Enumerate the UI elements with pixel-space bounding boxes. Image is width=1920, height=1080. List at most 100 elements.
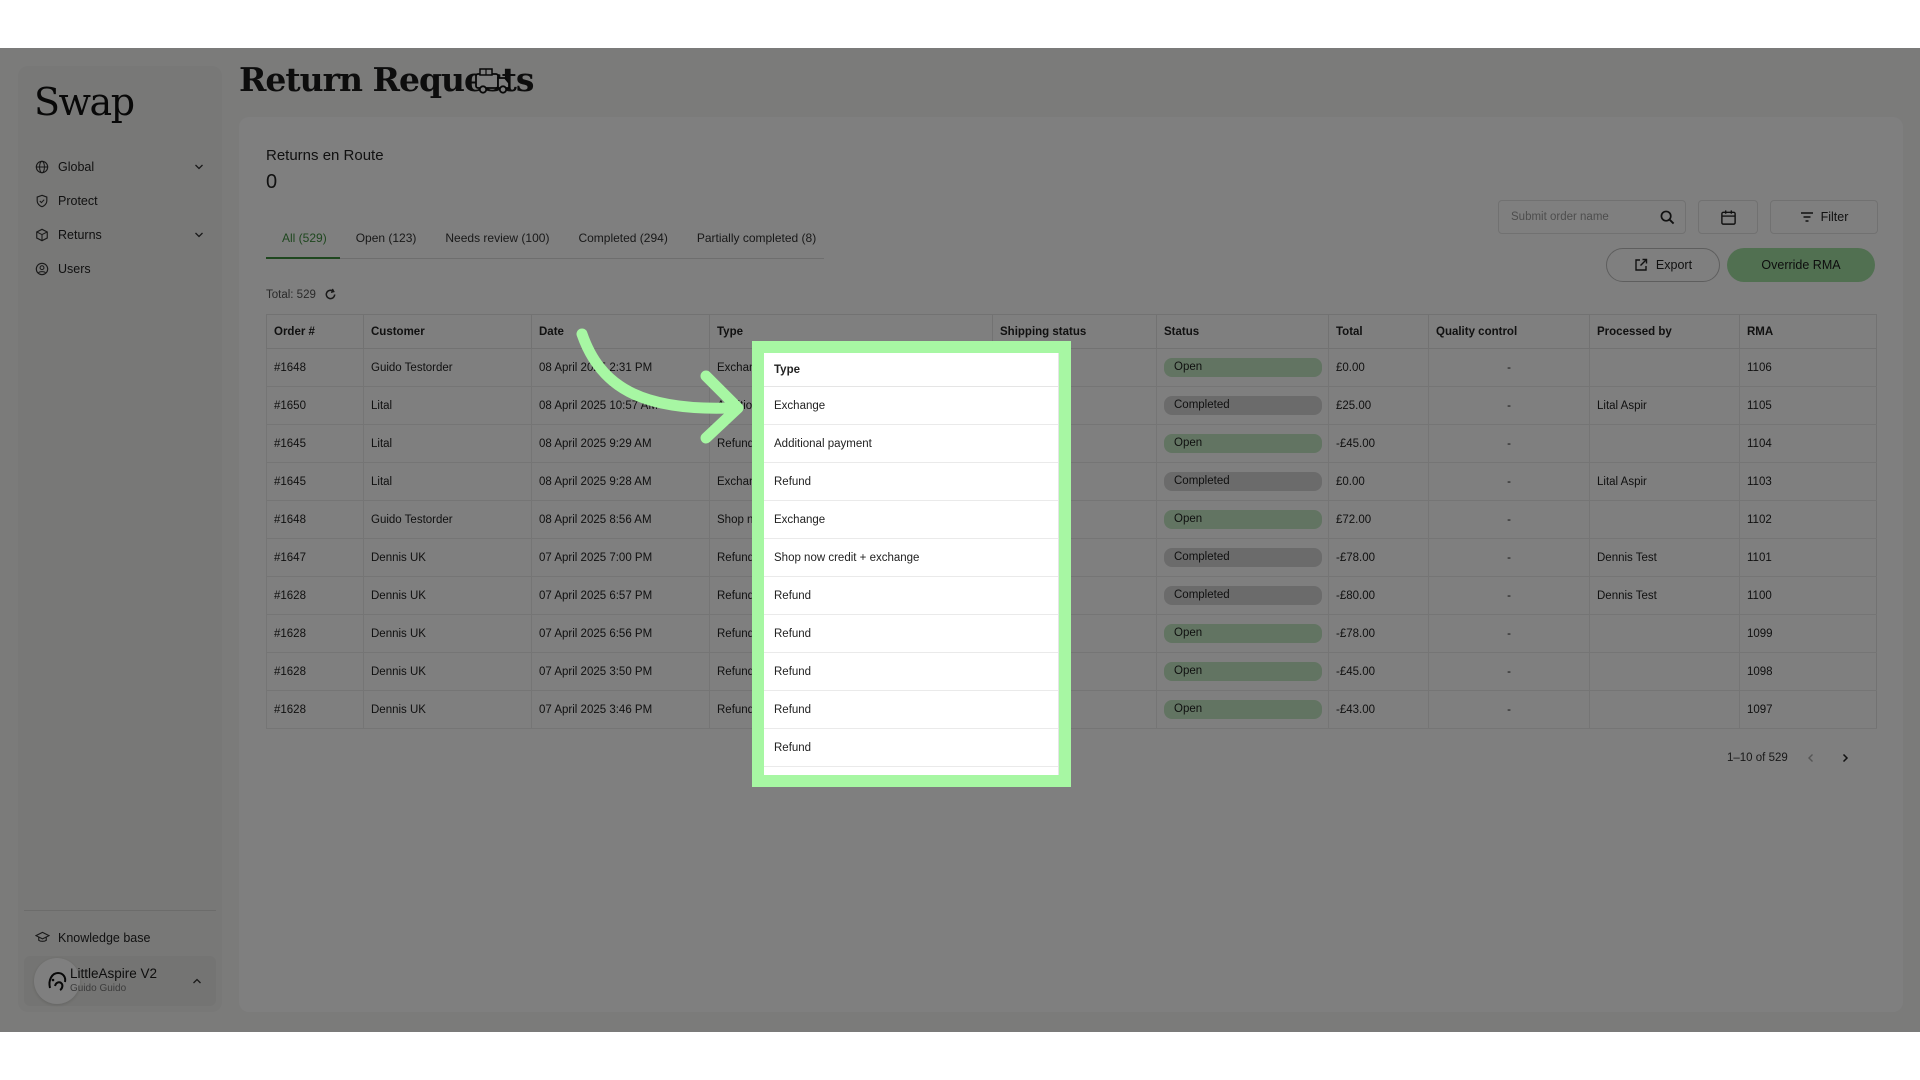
column-header-status[interactable]: Status (1156, 314, 1329, 349)
override-rma-button[interactable]: Override RMA (1727, 248, 1875, 282)
cell-customer: Dennis UK (363, 690, 532, 729)
cell-customer: Lital (363, 424, 532, 463)
status-badge: Open (1164, 624, 1322, 643)
table-row[interactable]: #1647 Dennis UK 07 April 2025 7:00 PM Refun… (266, 538, 1877, 577)
sidebar-item-label: Returns (58, 228, 102, 242)
cell-qc: - (1428, 652, 1590, 691)
status-badge: Open (1164, 510, 1322, 529)
cell-rma: 1105 (1739, 386, 1877, 425)
callout-type-cell: Shop now credit + exchange (764, 539, 1059, 577)
next-page-button[interactable] (1834, 747, 1856, 769)
search-input[interactable] (1511, 211, 1660, 223)
table-row[interactable]: #1645Lital08 April 2025 9:28 AMExchangeO… (266, 462, 1877, 501)
filter-icon (1800, 212, 1813, 222)
callout-type-cell: Refund (764, 577, 1059, 615)
status-badge: Open (1164, 662, 1322, 681)
date-picker-button[interactable] (1698, 200, 1758, 234)
cell-processed-by (1589, 652, 1740, 691)
cell-order: #1650 (266, 386, 364, 425)
callout-type-cell: Refund (764, 691, 1059, 729)
status-badge: Completed (1164, 548, 1322, 567)
table-row[interactable]: #1628 Dennis UK 07 April 2025 3:50 PM Refun… (266, 652, 1877, 691)
table-row[interactable]: #1628 Dennis UK 07 April 2025 6:56 PM Refun… (266, 614, 1877, 653)
type-column-callout: Type Exchange Additional payment Refund Exc… (764, 353, 1059, 775)
callout-type-cell: Refund (764, 615, 1059, 653)
cell-date: 08 April 2025 9:28 AM (531, 462, 710, 501)
sidebar-item-global[interactable]: Global (18, 150, 222, 184)
callout-type-cell: Additional payment (764, 425, 1059, 463)
table-row[interactable]: #1648 Guido Testorder 08 April 2025 2:31 P… (266, 348, 1877, 387)
cell-rma: 1102 (1739, 500, 1877, 539)
cell-processed-by (1589, 500, 1740, 539)
column-header-processed-by[interactable]: Processed by (1589, 314, 1740, 349)
avatar (34, 958, 80, 1004)
refresh-icon[interactable] (324, 288, 337, 301)
cell-qc: - (1428, 386, 1590, 425)
chevron-up-icon (193, 978, 201, 984)
account-switcher[interactable]: LittleAspire V2 Guido Guido (24, 956, 216, 1006)
tab-all[interactable]: All (529) (266, 231, 340, 259)
delivery-truck-icon (475, 68, 510, 94)
chevron-down-icon (195, 164, 203, 170)
table-row[interactable]: #1648 Guido Testorder 08 April 2025 8:56 A… (266, 500, 1877, 539)
cell-status: Completed (1156, 576, 1329, 615)
total-count: Total: 529 (266, 288, 337, 301)
status-badge: Completed (1164, 586, 1322, 605)
cell-total: -£45.00 (1328, 424, 1429, 463)
cell-processed-by: Lital Aspir (1589, 462, 1740, 501)
tab-open[interactable]: Open (123) (340, 231, 430, 259)
callout-arrow (576, 328, 744, 444)
callout-type-cell: Refund (764, 653, 1059, 691)
cell-qc: - (1428, 614, 1590, 653)
column-header-quality-control[interactable]: Quality control (1428, 314, 1590, 349)
previous-page-button[interactable] (1800, 747, 1822, 769)
knowledge-base-label: Knowledge base (58, 930, 151, 945)
cell-processed-by (1589, 424, 1740, 463)
cell-processed-by: Dennis Test (1589, 576, 1740, 615)
column-header-total[interactable]: Total (1328, 314, 1429, 349)
knowledge-base-link[interactable]: Knowledge base (35, 930, 150, 945)
cell-rma: 1100 (1739, 576, 1877, 615)
column-header-customer[interactable]: Customer (363, 314, 532, 349)
column-header-rma[interactable]: RMA (1739, 314, 1877, 349)
cell-qc: - (1428, 348, 1590, 387)
order-search (1498, 200, 1686, 234)
tab-needs-review[interactable]: Needs review (100) (429, 231, 562, 259)
table-row[interactable]: #1628 Dennis UK 07 April 2025 6:57 PM Refun… (266, 576, 1877, 615)
sidebar-item-label: Users (58, 262, 91, 276)
cell-status: Open (1156, 348, 1329, 387)
cell-status: Open (1156, 614, 1329, 653)
tab-partially-completed[interactable]: Partially completed (8) (681, 231, 829, 259)
table-row[interactable]: #1650 Lital 08 April 2025 10:57 AM Addition… (266, 386, 1877, 425)
table-row[interactable]: #1645Lital08 April 2025 9:29 AMRefundOwn… (266, 424, 1877, 463)
sidebar-item-protect[interactable]: Protect (18, 184, 222, 218)
callout-type-cell: Exchange (764, 387, 1059, 425)
cell-customer: Lital (363, 386, 532, 425)
returns-table: Order # Customer Date Type Shipping stat… (266, 314, 1877, 729)
column-header-order[interactable]: Order # (266, 314, 364, 349)
app-screen: Swap Global Protect Returns Users Knowle… (0, 48, 1920, 1032)
sidebar-nav: Global Protect Returns Users (18, 150, 222, 286)
cell-status: Completed (1156, 386, 1329, 425)
sidebar-item-returns[interactable]: Returns (18, 218, 222, 252)
cell-total: £0.00 (1328, 348, 1429, 387)
sidebar-item-users[interactable]: Users (18, 252, 222, 286)
export-button[interactable]: Export (1606, 248, 1720, 282)
tab-completed[interactable]: Completed (294) (562, 231, 680, 259)
globe-icon (35, 160, 49, 174)
cell-processed-by (1589, 690, 1740, 729)
status-badge: Open (1164, 434, 1322, 453)
returns-en-route-label: Returns en Route (266, 147, 384, 164)
table-row[interactable]: #1628 Dennis UK 07 April 2025 3:46 PM Refun… (266, 690, 1877, 729)
cell-qc: - (1428, 538, 1590, 577)
cell-qc: - (1428, 690, 1590, 729)
search-icon[interactable] (1660, 210, 1675, 225)
cell-order: #1628 (266, 690, 364, 729)
filter-button[interactable]: Filter (1770, 200, 1878, 234)
cell-qc: - (1428, 462, 1590, 501)
cell-status: Open (1156, 690, 1329, 729)
cell-rma: 1101 (1739, 538, 1877, 577)
app-logo: Swap (34, 80, 135, 124)
cell-status: Completed (1156, 538, 1329, 577)
returns-card: Returns en Route 0 All (529) Open (123) … (239, 117, 1903, 1012)
